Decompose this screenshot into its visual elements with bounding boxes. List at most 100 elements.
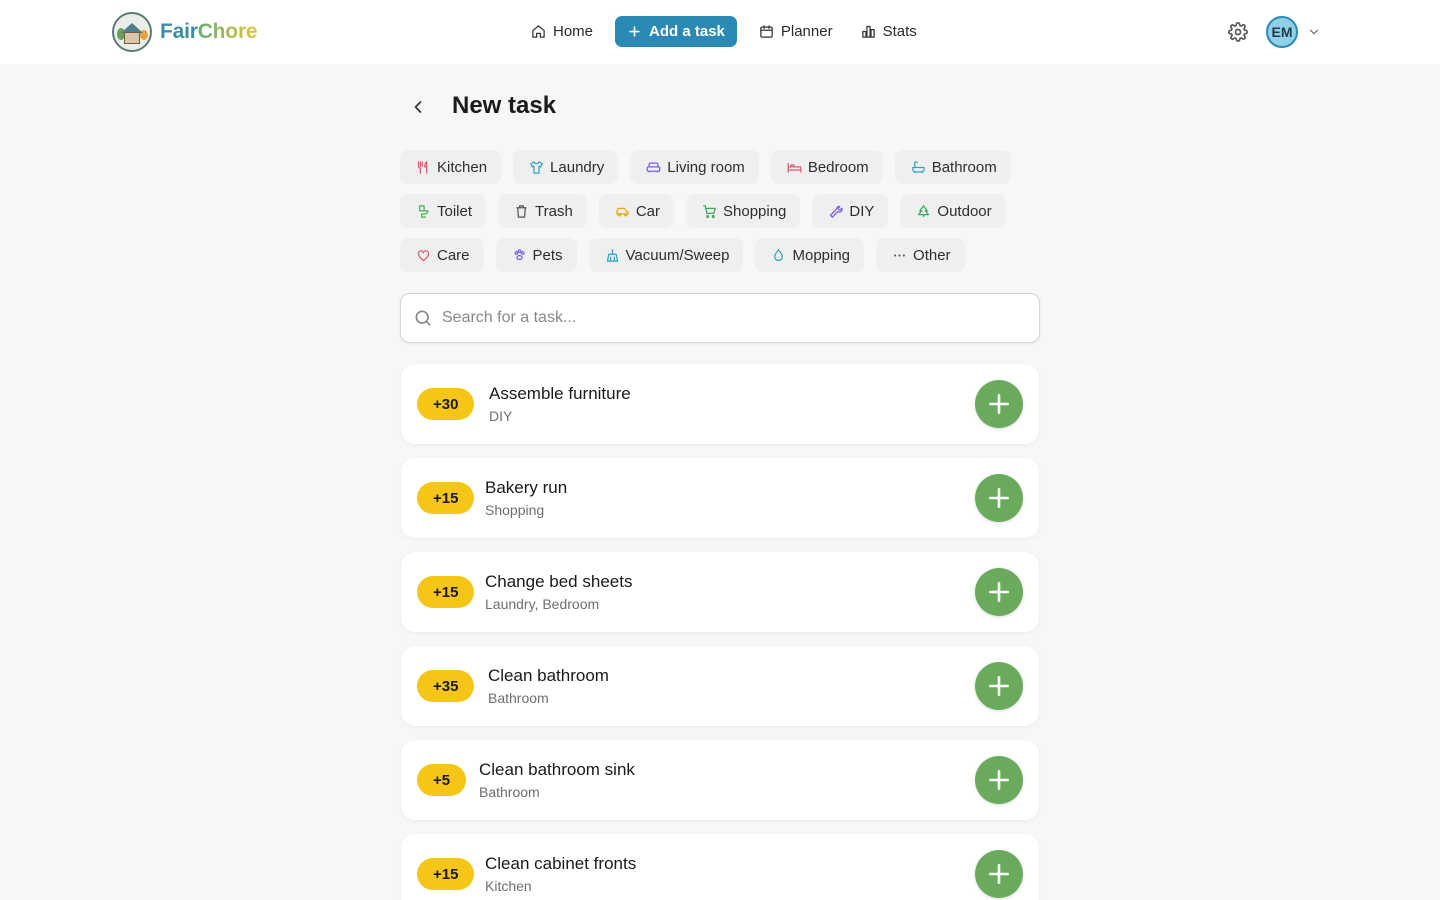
category-row-2: Toilet Trash Car Shopping DIY Outdoor <box>400 194 1006 228</box>
task-text: Change bed sheets Laundry, Bedroom <box>485 572 632 612</box>
nav-add-task[interactable]: Add a task <box>615 16 737 47</box>
task-category: Kitchen <box>485 878 532 894</box>
task-text: Clean bathroom Bathroom <box>488 666 609 706</box>
task-name: Clean bathroom sink <box>479 760 635 779</box>
chip-label: Car <box>635 202 660 220</box>
category-chip-toilet[interactable]: Toilet <box>400 194 487 228</box>
category-chip-living-room[interactable]: Living room <box>630 150 759 184</box>
nav-planner-label: Planner <box>780 23 833 40</box>
task-name: Change bed sheets <box>485 572 633 591</box>
chip-label: Care <box>437 246 470 264</box>
task-text: Clean bathroom sink Bathroom <box>479 760 635 800</box>
task-item[interactable]: +35 Clean bathroom Bathroom <box>401 646 1039 726</box>
points-badge: +15 <box>417 482 475 514</box>
trash-icon <box>516 204 527 218</box>
category-chip-bathroom[interactable]: Bathroom <box>894 150 1011 184</box>
points-badge: +5 <box>417 764 467 796</box>
search-input[interactable] <box>442 309 1022 327</box>
add-task-button[interactable] <box>975 474 1023 522</box>
chip-label: Vacuum/Sweep <box>625 246 730 264</box>
home-icon <box>532 25 545 38</box>
heart-icon <box>417 249 430 261</box>
category-chip-outdoor[interactable]: Outdoor <box>900 194 1006 228</box>
paw-icon <box>514 248 525 260</box>
category-chip-trash[interactable]: Trash <box>498 194 587 228</box>
points-badge: +30 <box>417 388 475 420</box>
vacuum-icon <box>606 248 618 262</box>
top-bar: FairChore Home Add a task Planner Stats … <box>0 0 1440 64</box>
task-item[interactable]: +15 Clean cabinet fronts Kitchen <box>401 834 1039 900</box>
task-text: Clean cabinet fronts Kitchen <box>485 854 636 894</box>
cart-icon <box>703 204 716 218</box>
plus-icon <box>989 770 1009 790</box>
add-task-button[interactable] <box>975 380 1023 428</box>
category-chip-kitchen[interactable]: Kitchen <box>400 150 502 184</box>
bar-chart-icon <box>861 25 875 38</box>
add-task-button[interactable] <box>975 568 1023 616</box>
task-name: Clean cabinet fronts <box>485 854 637 873</box>
app-name: FairChore <box>160 20 258 43</box>
dots-icon <box>894 253 905 257</box>
task-category: Laundry, Bedroom <box>485 596 600 612</box>
category-chip-vacuum-sweep[interactable]: Vacuum/Sweep <box>588 238 744 272</box>
plus-icon <box>989 488 1009 508</box>
chip-label: Laundry <box>550 158 605 176</box>
task-name: Bakery run <box>485 478 568 497</box>
add-task-button[interactable] <box>975 756 1023 804</box>
category-chip-pets[interactable]: Pets <box>495 238 577 272</box>
points-badge: +15 <box>417 576 475 608</box>
task-item[interactable]: +15 Bakery run Shopping <box>401 458 1039 538</box>
task-category: DIY <box>489 408 513 424</box>
nav-home-label: Home <box>553 23 594 40</box>
task-item[interactable]: +15 Change bed sheets Laundry, Bedroom <box>401 552 1039 632</box>
category-chip-laundry[interactable]: Laundry <box>513 150 619 184</box>
task-category: Bathroom <box>479 784 540 800</box>
task-item[interactable]: +5 Clean bathroom sink Bathroom <box>401 740 1039 820</box>
chip-label: Bedroom <box>807 158 869 176</box>
car-icon <box>616 207 629 216</box>
chip-label: Bathroom <box>931 158 997 176</box>
category-chip-mopping[interactable]: Mopping <box>755 238 865 272</box>
calendar-icon <box>760 25 773 38</box>
task-text: Assemble furniture DIY <box>489 384 631 424</box>
category-chip-car[interactable]: Car <box>598 194 674 228</box>
utensils-icon <box>417 160 428 174</box>
task-category: Shopping <box>485 502 545 518</box>
shirt-icon <box>530 160 543 174</box>
task-name: Assemble furniture <box>489 384 631 403</box>
chevron-down-icon[interactable] <box>1307 25 1321 39</box>
nav-stats[interactable]: Stats <box>849 16 929 47</box>
logo-badge-icon <box>112 12 152 52</box>
task-item[interactable]: +30 Assemble furniture DIY <box>401 364 1039 444</box>
add-task-button[interactable] <box>975 662 1023 710</box>
category-chip-other[interactable]: Other <box>876 238 965 272</box>
nav-home[interactable]: Home <box>519 16 605 47</box>
sofa-icon <box>646 162 661 172</box>
points-badge: +35 <box>417 670 475 702</box>
user-avatar[interactable]: EM <box>1266 16 1298 48</box>
chip-label: Other <box>913 246 951 264</box>
page-title: New task <box>452 92 557 119</box>
category-chip-diy[interactable]: DIY <box>812 194 889 228</box>
task-search-box <box>400 293 1040 343</box>
nav-planner[interactable]: Planner <box>747 16 845 47</box>
category-chip-bedroom[interactable]: Bedroom <box>770 150 883 184</box>
category-row-3: Care Pets Vacuum/Sweep Mopping Other <box>400 238 965 272</box>
wrench-icon <box>830 205 844 218</box>
chip-label: Mopping <box>792 246 851 264</box>
category-chip-care[interactable]: Care <box>400 238 484 272</box>
gear-icon[interactable] <box>1228 22 1248 42</box>
back-chevron-icon[interactable] <box>408 96 428 118</box>
nav-add-task-label: Add a task <box>649 23 725 40</box>
plus-icon <box>989 676 1009 696</box>
nav-stats-label: Stats <box>882 23 917 40</box>
app-logo[interactable]: FairChore <box>112 12 258 52</box>
category-chip-shopping[interactable]: Shopping <box>686 194 801 228</box>
chip-label: Trash <box>535 202 573 220</box>
toilet-icon <box>419 204 429 218</box>
chip-label: Toilet <box>437 202 473 220</box>
plus-icon <box>989 864 1009 884</box>
add-task-button[interactable] <box>975 850 1023 898</box>
chip-label: Outdoor <box>937 202 992 220</box>
task-category: Bathroom <box>488 690 549 706</box>
